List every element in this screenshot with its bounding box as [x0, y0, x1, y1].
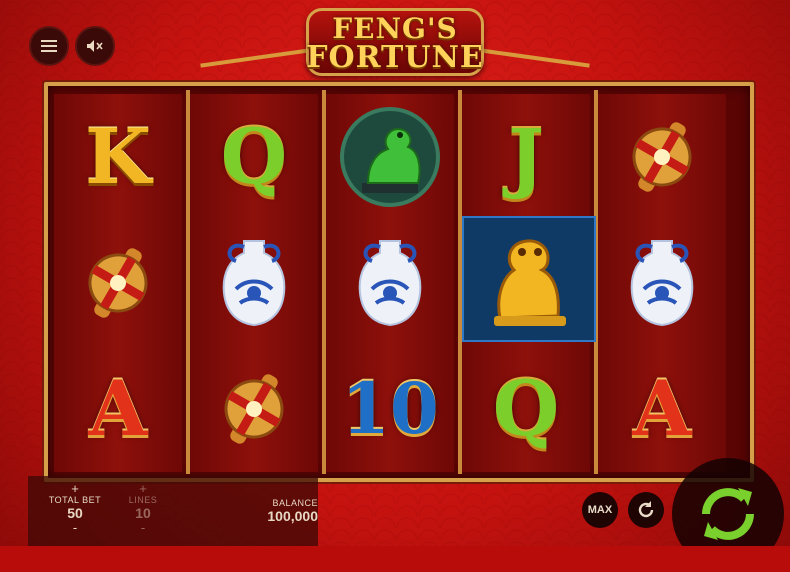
symbol-q: Q [220, 112, 288, 201]
lines-value: 10 [135, 505, 151, 521]
foo-dog-symbol [462, 216, 596, 342]
coin-symbol [598, 98, 726, 216]
menu-button[interactable] [29, 26, 69, 66]
balance-value: 100,000 [267, 508, 318, 524]
vase-icon [222, 240, 286, 327]
symbol-j: J [508, 112, 544, 201]
golden-foo-dog-icon [494, 239, 566, 326]
symbol-k: K [84, 112, 152, 201]
game-logo: FENG'S FORTUNE [300, 2, 490, 80]
lines-group: + LINES 10 - [120, 482, 166, 534]
spin-icon [702, 488, 754, 540]
jade-dragon-symbol [326, 98, 454, 216]
sound-toggle-button[interactable] [75, 26, 115, 66]
reels-frame: K A Q 10 J Q A [44, 82, 754, 482]
total-bet-value: 50 [67, 505, 83, 521]
coin-symbol [190, 350, 318, 468]
symbol-10: 10 [341, 367, 439, 450]
speaker-muted-icon [87, 40, 103, 52]
reel-1: K A [54, 94, 182, 472]
vase-icon [358, 240, 422, 327]
hamburger-icon [41, 40, 57, 52]
logo-line-2: FORTUNE [306, 40, 484, 75]
total-bet-decrease-button[interactable]: - [46, 521, 104, 534]
total-bet-increase-button[interactable]: + [46, 482, 104, 495]
vase-symbol [598, 224, 726, 342]
total-bet-label: TOTAL BET [48, 495, 102, 505]
lines-decrease-button[interactable]: - [120, 521, 166, 534]
bet-panel: + TOTAL BET 50 - + LINES 10 - BALANCE 10… [28, 476, 318, 546]
coin-symbol [54, 224, 182, 342]
max-bet-button[interactable]: MAX [582, 492, 618, 528]
symbol-a: A [632, 364, 692, 453]
autoplay-button[interactable] [628, 492, 664, 528]
vase-symbol [326, 224, 454, 342]
coin-icon [632, 122, 692, 192]
balance-label: BALANCE [272, 498, 318, 508]
reel-2: Q [190, 94, 318, 472]
coin-icon [224, 374, 284, 444]
lines-increase-button[interactable]: + [120, 482, 166, 495]
vase-symbol [190, 224, 318, 342]
autoplay-icon [638, 501, 654, 518]
total-bet-group: + TOTAL BET 50 - [46, 482, 104, 534]
vase-icon [630, 240, 694, 327]
symbol-q: Q [492, 364, 560, 453]
jade-dragon-icon [340, 107, 440, 207]
balance-group: BALANCE 100,000 [238, 498, 318, 524]
footer-strip [0, 546, 790, 572]
reel-5: A [598, 94, 726, 472]
symbol-a: A [88, 364, 148, 453]
lines-label: LINES [128, 495, 158, 505]
coin-icon [88, 248, 148, 318]
reel-3: 10 [326, 94, 454, 472]
